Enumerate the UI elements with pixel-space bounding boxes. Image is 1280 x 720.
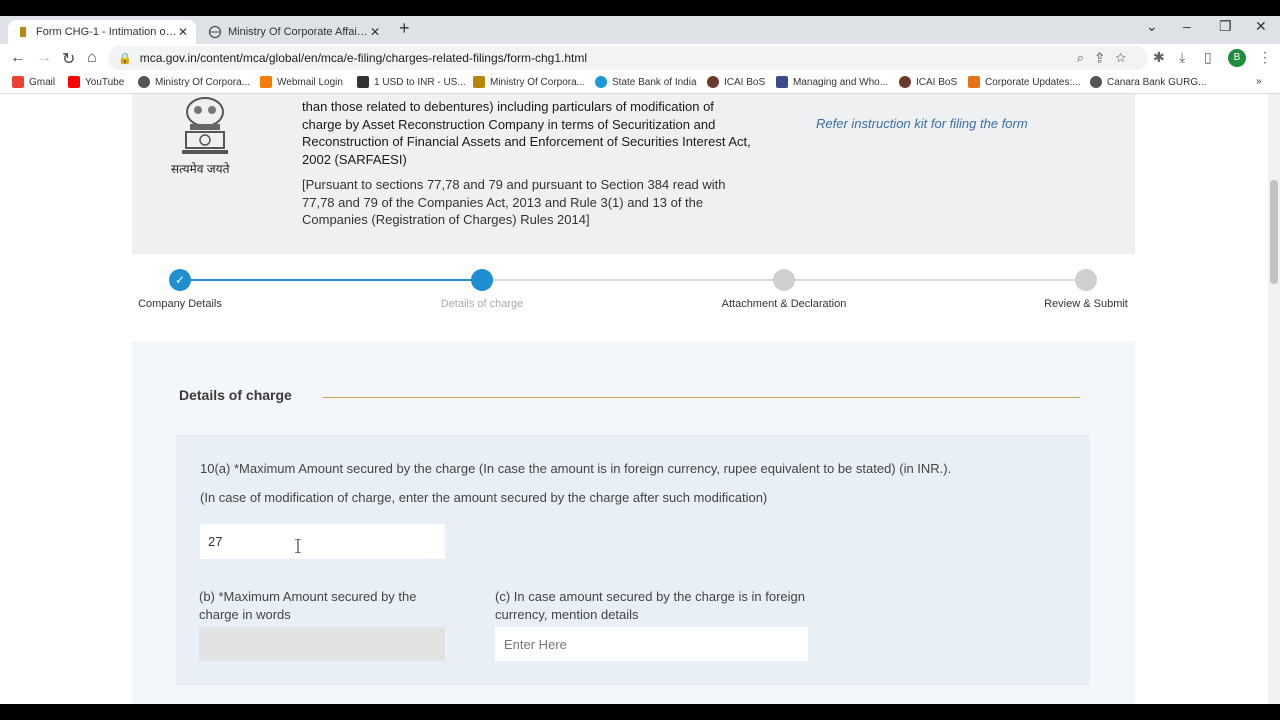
step-2-label[interactable]: Details of charge	[412, 297, 552, 312]
address-bar-row: ← → ↻ ⌂ 🔒 mca.gov.in/content/mca/global/…	[0, 44, 1280, 72]
back-icon[interactable]: ←	[10, 49, 26, 67]
charge-amount-group: 10(a) *Maximum Amount secured by the cha…	[176, 435, 1090, 685]
managing-icon	[776, 76, 788, 88]
bookmark-youtube[interactable]: YouTube	[68, 76, 124, 88]
screen-top-bar	[0, 0, 1280, 16]
bookmark-corporate-updates[interactable]: Corporate Updates:...	[968, 76, 1081, 88]
q10a-label: 10(a) *Maximum Amount secured by the cha…	[200, 461, 952, 476]
emblem-favicon-icon	[16, 25, 30, 39]
page-content: सत्यमेव जयते than those related to deben…	[0, 94, 1268, 704]
profile-avatar[interactable]: B	[1228, 49, 1246, 67]
home-icon[interactable]: ⌂	[87, 49, 97, 67]
step-3-label[interactable]: Attachment & Declaration	[714, 297, 854, 312]
url-field[interactable]: 🔒 mca.gov.in/content/mca/global/en/mca/e…	[108, 46, 1148, 70]
minimize-icon[interactable]: –	[1183, 18, 1191, 34]
details-of-charge-panel: Details of charge 10(a) *Maximum Amount …	[132, 341, 1135, 704]
foreign-currency-details-input[interactable]	[495, 627, 808, 661]
amount-in-words-field	[199, 627, 445, 661]
download-icon[interactable]: ⤓	[1179, 49, 1185, 66]
scrollbar-thumb[interactable]	[1270, 180, 1278, 284]
bookmark-sbi[interactable]: State Bank of India	[595, 76, 697, 88]
bookmark-icai-bos-2[interactable]: ICAI BoS	[899, 76, 957, 88]
step-1-check-icon[interactable]: ✓	[169, 269, 191, 291]
bookmark-icai-bos[interactable]: ICAI BoS	[707, 76, 765, 88]
omnibox-action-icons[interactable]: ⌕⇪☆	[1077, 50, 1138, 66]
emblem-icon	[473, 76, 485, 88]
close-icon[interactable]: ✕	[370, 25, 380, 39]
globe-icon	[138, 76, 150, 88]
text-cursor-icon	[295, 538, 301, 554]
stepper-line-done	[180, 279, 482, 281]
bookmark-managing[interactable]: Managing and Who...	[776, 76, 888, 88]
tab-mca[interactable]: Ministry Of Corporate Affairs - M ✕	[200, 20, 388, 44]
new-tab-icon[interactable]: +	[399, 18, 410, 39]
form-header: सत्यमेव जयते than those related to deben…	[132, 94, 1135, 254]
icai-icon	[707, 76, 719, 88]
lock-icon: 🔒	[118, 52, 132, 65]
qb-label: (b) *Maximum Amount secured by the charg…	[199, 589, 417, 622]
bookmark-canara[interactable]: Canara Bank GURG...	[1090, 76, 1206, 88]
globe-icon	[208, 25, 222, 39]
form-title: than those related to debentures) includ…	[302, 99, 751, 167]
instruction-kit-link[interactable]: Refer instruction kit for filing the for…	[816, 116, 1028, 131]
side-panel-icon[interactable]: ▯	[1204, 49, 1212, 66]
step-2-dot[interactable]	[471, 269, 493, 291]
bookmark-usd-inr[interactable]: 1 USD to INR - US...	[357, 76, 466, 88]
section-title: Details of charge	[179, 387, 292, 403]
tab-form-chg1[interactable]: Form CHG-1 - Intimation of creat ✕	[8, 20, 196, 44]
step-3-dot[interactable]	[773, 269, 795, 291]
emblem-motto: सत्यमेव जयते	[171, 162, 230, 176]
gmail-icon	[12, 76, 24, 88]
tab-title: Ministry Of Corporate Affairs - M	[228, 26, 370, 38]
screen-bottom-bar	[0, 704, 1280, 720]
sbi-icon	[595, 76, 607, 88]
bookmark-webmail[interactable]: Webmail Login	[260, 76, 343, 88]
icai-icon	[899, 76, 911, 88]
close-icon[interactable]: ✕	[178, 25, 188, 39]
bookmarks-bar: Gmail YouTube Ministry Of Corpora... Web…	[0, 72, 1280, 94]
form-legal-reference: [Pursuant to sections 77,78 and 79 and p…	[302, 177, 726, 227]
bookmark-gmail[interactable]: Gmail	[12, 76, 55, 88]
step-1-label[interactable]: Company Details	[110, 297, 250, 312]
reload-icon[interactable]: ↻	[62, 49, 75, 69]
tab-search-icon[interactable]: ⌄	[1146, 18, 1158, 35]
step-4-label[interactable]: Review & Submit	[1016, 297, 1156, 312]
window-close-icon[interactable]: ✕	[1255, 18, 1267, 35]
q10a-note: (In case of modification of charge, ente…	[200, 490, 768, 505]
bookmark-mca-2[interactable]: Ministry Of Corpora...	[473, 76, 585, 88]
url-text: mca.gov.in/content/mca/global/en/mca/e-f…	[139, 51, 588, 65]
step-4-dot[interactable]	[1075, 269, 1097, 291]
menu-icon[interactable]: ⋮	[1258, 49, 1272, 66]
globe-icon	[1090, 76, 1102, 88]
extensions-icon[interactable]: ✱	[1153, 49, 1165, 66]
blogger-icon	[968, 76, 980, 88]
bookmarks-overflow-icon[interactable]: »	[1256, 76, 1262, 87]
section-divider	[323, 397, 1080, 398]
webmail-icon	[260, 76, 272, 88]
youtube-icon	[68, 76, 80, 88]
form-stepper: ✓ Company Details Details of charge Atta…	[132, 264, 1135, 334]
tab-strip: Form CHG-1 - Intimation of creat ✕ Minis…	[0, 16, 1280, 44]
bookmark-mca[interactable]: Ministry Of Corpora...	[138, 76, 250, 88]
qc-label: (c) In case amount secured by the charge…	[495, 589, 805, 622]
forward-icon[interactable]: →	[36, 49, 52, 67]
restore-icon[interactable]: ❐	[1219, 18, 1232, 35]
tab-title: Form CHG-1 - Intimation of creat	[36, 26, 178, 38]
max-amount-input[interactable]	[200, 524, 445, 559]
currency-icon	[357, 76, 369, 88]
